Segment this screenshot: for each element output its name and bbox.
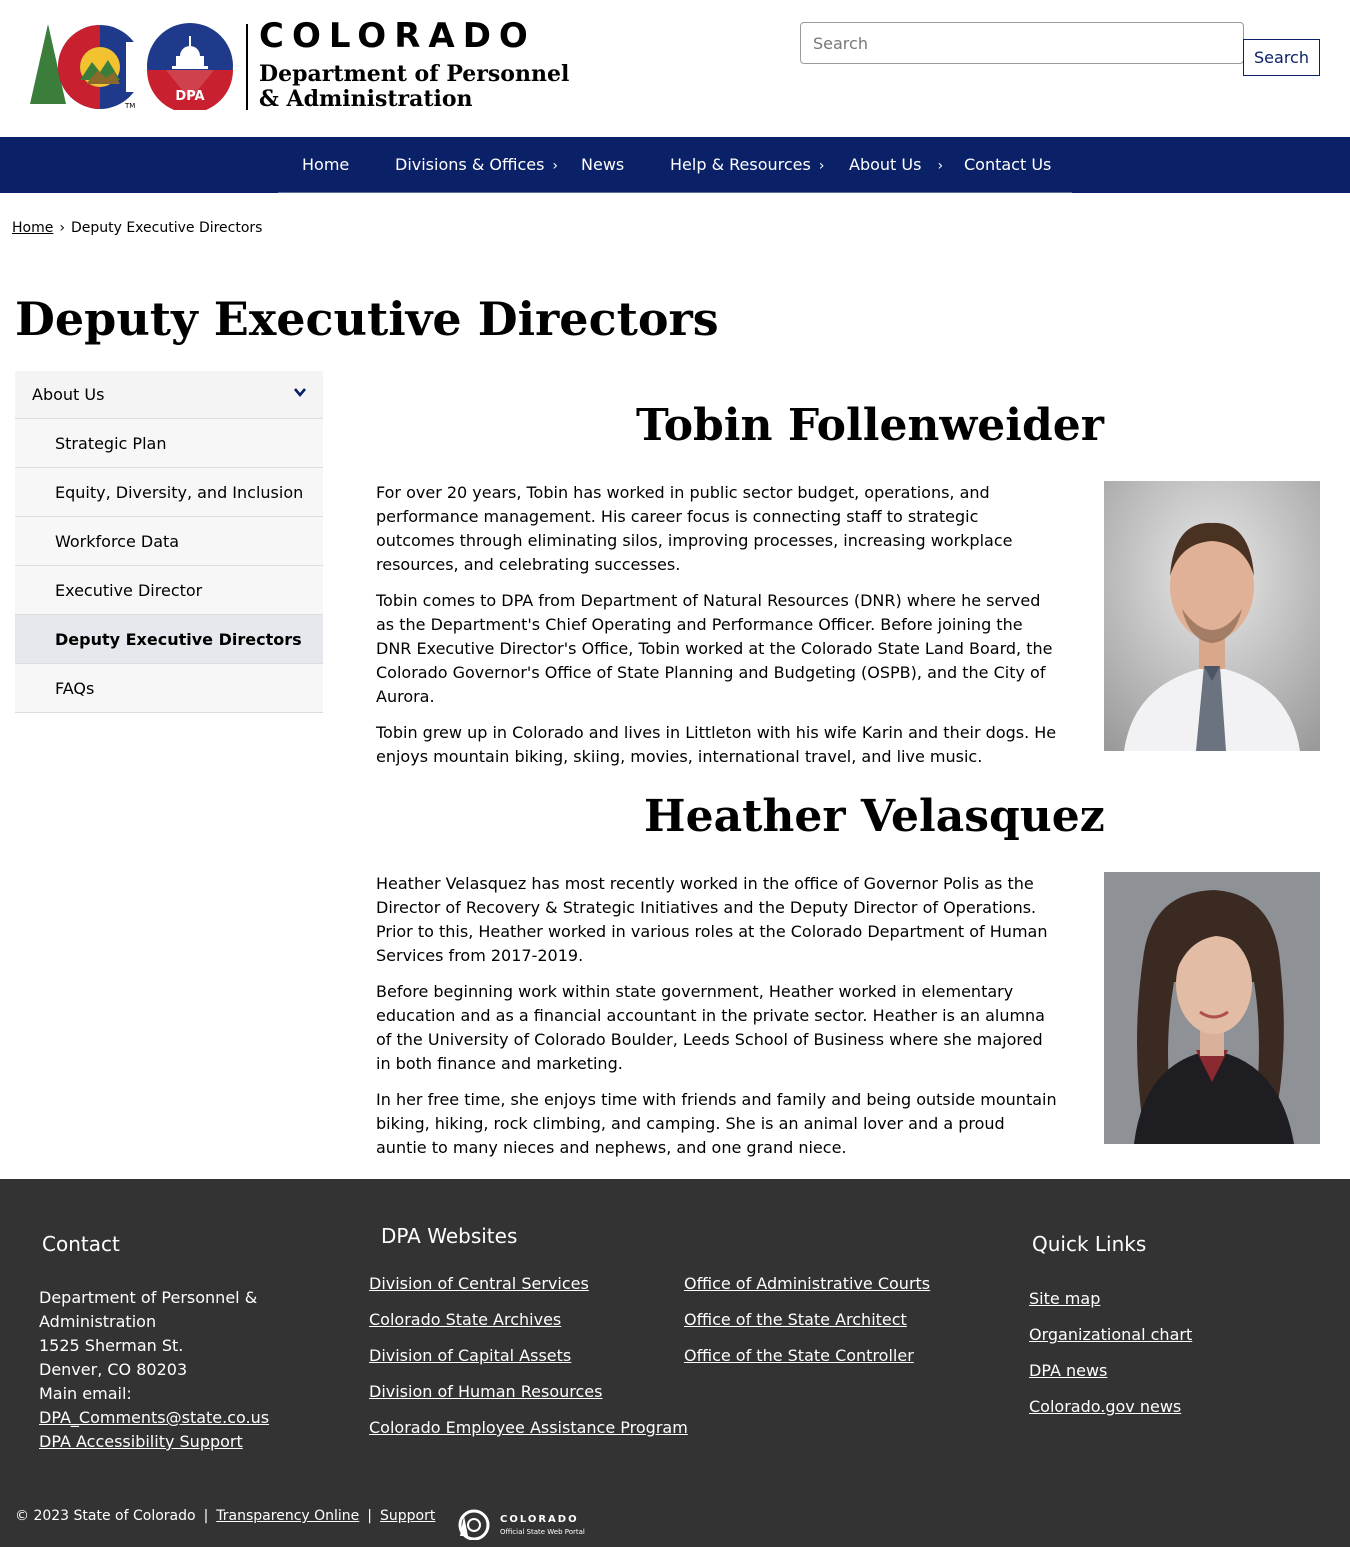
brand-state-name[interactable]: COLORADO [259, 16, 536, 56]
portrait-photo-tobin [1104, 481, 1320, 751]
footer-contact-heading: Contact [42, 1232, 120, 1256]
footer-separator: | [203, 1508, 209, 1524]
footer-email-label: Main email: [39, 1384, 132, 1403]
brand-dept-line1: Department of Personnel [259, 61, 570, 87]
footer-city: Denver, CO 80203 [39, 1360, 188, 1379]
sidebar-item-label: FAQs [55, 679, 95, 698]
footer-link-employee-assistance[interactable]: Colorado Employee Assistance Program [369, 1418, 688, 1437]
breadcrumb: Home › Deputy Executive Directors [12, 220, 262, 236]
colorado-logo-icon[interactable]: TM [28, 22, 143, 112]
nav-item-home[interactable]: Home [302, 155, 349, 174]
search-button[interactable]: Search [1243, 39, 1320, 76]
footer-link-capital-assets[interactable]: Division of Capital Assets [369, 1346, 571, 1365]
sidebar-item-label: Deputy Executive Directors [55, 630, 302, 649]
svg-text:Official State Web Portal: Official State Web Portal [500, 1528, 585, 1536]
nav-item-about-us[interactable]: About Us › [849, 155, 943, 174]
dpa-capitol-logo-icon[interactable]: DPA [146, 22, 234, 110]
footer-link-site-map[interactable]: Site map [1029, 1289, 1100, 1308]
sidebar-heading-about-us[interactable]: About Us [15, 371, 323, 419]
main-nav: Home Divisions & Offices › News Help & Re… [0, 137, 1350, 193]
footer-link-dpa-news[interactable]: DPA news [1029, 1361, 1107, 1380]
footer-contact-address: Department of Personnel & Administration… [39, 1286, 299, 1454]
nav-item-label: Contact Us [964, 155, 1052, 174]
bio-paragraph: Tobin comes to DPA from Department of Na… [376, 591, 1053, 706]
search-input[interactable] [800, 22, 1244, 64]
colorado-portal-logo-icon[interactable]: COLORADO Official State Web Portal [454, 1508, 594, 1540]
footer-separator: | [367, 1508, 373, 1524]
footer-link-state-architect[interactable]: Office of the State Architect [684, 1310, 907, 1329]
footer-link-administrative-courts[interactable]: Office of Administrative Courts [684, 1274, 930, 1293]
footer-link-colorado-gov-news[interactable]: Colorado.gov news [1029, 1397, 1181, 1416]
breadcrumb-current: Deputy Executive Directors [70, 220, 263, 236]
chevron-right-icon: › [818, 158, 825, 174]
sidebar-item-workforce-data[interactable]: Workforce Data [15, 517, 323, 566]
nav-item-label: Divisions & Offices [395, 155, 545, 174]
bio-paragraph: Heather Velasquez has most recently work… [376, 874, 1048, 965]
nav-item-label: Help & Resources [670, 155, 811, 174]
portrait-photo-heather [1104, 872, 1320, 1144]
nav-item-label: Home [302, 155, 350, 174]
nav-item-help-resources[interactable]: Help & Resources › [670, 155, 824, 174]
footer-address-line: Administration [39, 1312, 157, 1331]
sidebar-nav: About Us Strategic Plan Equity, Diversit… [15, 371, 323, 713]
footer-link-transparency[interactable]: Transparency Online [216, 1508, 359, 1524]
bio-name-heather: Heather Velasquez [644, 791, 1105, 842]
chevron-down-icon[interactable] [293, 385, 307, 399]
footer-street: 1525 Sherman St. [39, 1336, 184, 1355]
bio-paragraph: For over 20 years, Tobin has worked in p… [376, 483, 1013, 574]
site-footer: Contact Department of Personnel & Admini… [0, 1179, 1350, 1547]
sidebar-item-label: Strategic Plan [55, 434, 167, 453]
svg-text:TM: TM [124, 102, 135, 110]
footer-quick-links-heading: Quick Links [1032, 1232, 1147, 1256]
nav-item-contact-us[interactable]: Contact Us [964, 155, 1051, 174]
nav-item-news[interactable]: News [581, 155, 624, 174]
nav-item-label: News [581, 155, 625, 174]
chevron-right-icon: › [552, 158, 559, 174]
chevron-right-icon: › [937, 158, 944, 174]
site-header: TM DPA COLORADO Department of Personnel … [0, 0, 1350, 137]
sidebar-item-label: Executive Director [55, 581, 203, 600]
footer-link-human-resources[interactable]: Division of Human Resources [369, 1382, 602, 1401]
bio-paragraph: Tobin grew up in Colorado and lives in L… [376, 723, 1057, 766]
svg-text:COLORADO: COLORADO [500, 1514, 579, 1525]
bio-paragraph: Before beginning work within state gover… [376, 982, 1045, 1073]
sidebar-item-equity-diversity-inclusion[interactable]: Equity, Diversity, and Inclusion [15, 468, 323, 517]
brand-department-name[interactable]: Department of Personnel & Administration [259, 62, 569, 112]
footer-link-support[interactable]: Support [380, 1508, 435, 1524]
sidebar-item-executive-director[interactable]: Executive Director [15, 566, 323, 615]
footer-copyright: © 2023 State of Colorado [15, 1508, 196, 1524]
main-nav-inner: Home Divisions & Offices › News Help & Re… [278, 137, 1072, 193]
bio-text-heather: Heather Velasquez has most recently work… [376, 872, 1060, 1172]
sidebar-item-label: Equity, Diversity, and Inclusion [55, 483, 304, 502]
breadcrumb-home-link[interactable]: Home [12, 220, 53, 236]
footer-websites-heading: DPA Websites [381, 1224, 518, 1248]
sidebar-item-deputy-executive-directors[interactable]: Deputy Executive Directors [15, 615, 323, 664]
sidebar-item-faqs[interactable]: FAQs [15, 664, 323, 713]
sidebar-item-strategic-plan[interactable]: Strategic Plan [15, 419, 323, 468]
footer-link-central-services[interactable]: Division of Central Services [369, 1274, 589, 1293]
sidebar-item-label: Workforce Data [55, 532, 180, 551]
bio-text-tobin: For over 20 years, Tobin has worked in p… [376, 481, 1060, 781]
bio-name-tobin: Tobin Follenweider [636, 400, 1104, 451]
page-title: Deputy Executive Directors [15, 292, 719, 346]
sidebar-heading-label: About Us [32, 385, 105, 404]
breadcrumb-separator: › [59, 220, 65, 236]
logo-divider [246, 24, 248, 110]
nav-item-label: About Us [849, 155, 922, 174]
footer-email-link[interactable]: DPA_Comments@state.co.us [39, 1408, 269, 1427]
footer-bottom-bar: © 2023 State of Colorado | Transparency On… [15, 1508, 435, 1524]
footer-accessibility-link[interactable]: DPA Accessibility Support [39, 1432, 243, 1451]
footer-link-org-chart[interactable]: Organizational chart [1029, 1325, 1192, 1344]
svg-text:DPA: DPA [175, 89, 204, 104]
footer-address-line: Department of Personnel & [39, 1288, 258, 1307]
brand-dept-line2: & Administration [259, 86, 473, 112]
footer-link-state-archives[interactable]: Colorado State Archives [369, 1310, 561, 1329]
nav-item-divisions-offices[interactable]: Divisions & Offices › [395, 155, 558, 174]
bio-paragraph: In her free time, she enjoys time with f… [376, 1090, 1057, 1157]
footer-link-state-controller[interactable]: Office of the State Controller [684, 1346, 914, 1365]
